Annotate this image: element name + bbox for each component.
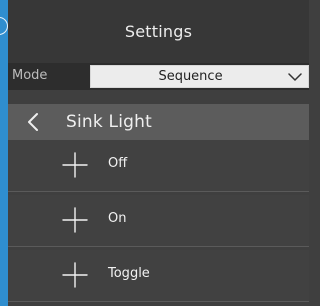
plus-icon	[62, 152, 88, 178]
header: Settings	[8, 0, 309, 63]
mode-row: Mode Sequence	[8, 63, 309, 90]
list-item-label: Off	[108, 156, 128, 171]
mode-label: Mode	[12, 68, 48, 83]
list-item-toggle[interactable]: Toggle	[8, 250, 309, 302]
mode-select[interactable]: Sequence	[90, 65, 309, 88]
action-list: Off On Toggle	[8, 140, 309, 306]
list-item-label: Toggle	[108, 266, 150, 281]
list-item-label: On	[108, 211, 127, 226]
plus-icon	[62, 207, 88, 233]
list-item-off[interactable]: Off	[8, 140, 309, 192]
chevron-down-icon	[288, 73, 302, 81]
subheader: Sink Light	[8, 104, 309, 140]
chevron-left-icon[interactable]	[26, 112, 40, 132]
plus-icon	[62, 262, 88, 288]
mode-selected-value: Sequence	[158, 69, 223, 84]
subheader-title: Sink Light	[66, 112, 152, 132]
left-accent-strip	[0, 0, 8, 306]
settings-screen: Settings Mode Sequence Sink Light Off On	[0, 0, 309, 306]
list-item-on[interactable]: On	[8, 195, 309, 247]
page-title: Settings	[124, 22, 193, 41]
left-circle-button[interactable]	[0, 17, 8, 35]
